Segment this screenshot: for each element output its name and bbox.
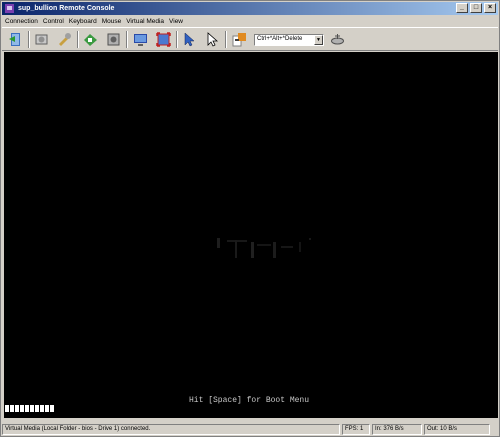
out-rate-readout: Out: 10 B/s <box>424 423 490 435</box>
record-icon <box>107 33 120 46</box>
remote-screen[interactable]: Hit [Space] for Boot Menu <box>4 52 498 418</box>
exit-icon <box>9 33 20 46</box>
fullscreen-icon <box>156 32 171 47</box>
status-bar: Virtual Media (Local Folder - bios - Dri… <box>2 422 498 436</box>
close-button[interactable]: × <box>484 3 496 13</box>
progress-block <box>40 405 44 412</box>
send-keys-button[interactable] <box>230 30 249 49</box>
maximize-button[interactable]: □ <box>470 3 482 13</box>
progress-block <box>15 405 19 412</box>
toolbar: Ctrl+*Alt+*Delete ▼ <box>2 27 498 51</box>
progress-block <box>20 405 24 412</box>
remote-console-window: sup_bullion Remote Console _ □ × Connect… <box>0 0 500 437</box>
menu-bar: Connection Control Keyboard Mouse Virtua… <box>2 15 498 27</box>
connect-icon <box>84 34 97 46</box>
menu-virtual-media[interactable]: Virtual Media <box>126 18 164 25</box>
pointer-icon <box>207 32 219 47</box>
cursor-button[interactable] <box>180 30 199 49</box>
progress-block <box>25 405 29 412</box>
progress-block <box>45 405 49 412</box>
boot-menu-message: Hit [Space] for Boot Menu <box>189 396 310 405</box>
macro-button[interactable] <box>328 30 347 49</box>
status-message: Virtual Media (Local Folder - bios - Dri… <box>2 423 340 435</box>
settings-button[interactable] <box>32 30 51 49</box>
refresh-screen-icon <box>134 34 147 46</box>
progress-block <box>50 405 54 412</box>
menu-control[interactable]: Control <box>43 18 64 25</box>
refresh-screen-button[interactable] <box>131 30 150 49</box>
title-bar[interactable]: sup_bullion Remote Console _ □ × <box>2 2 498 15</box>
fullscreen-button[interactable] <box>154 30 173 49</box>
chevron-down-icon[interactable]: ▼ <box>314 35 323 45</box>
macro-icon <box>331 34 344 45</box>
progress-block <box>5 405 9 412</box>
menu-keyboard[interactable]: Keyboard <box>69 18 97 25</box>
record-button[interactable] <box>104 30 123 49</box>
cursor-icon <box>184 32 195 47</box>
exit-button[interactable] <box>6 30 25 49</box>
key-combo-value: Ctrl+*Alt+*Delete <box>257 36 303 42</box>
tools-icon <box>59 33 71 46</box>
window-title: sup_bullion Remote Console <box>18 5 115 12</box>
boot-progress <box>5 405 55 412</box>
progress-block <box>10 405 14 412</box>
progress-block <box>35 405 39 412</box>
connect-button[interactable] <box>81 30 100 49</box>
menu-mouse[interactable]: Mouse <box>102 18 122 25</box>
in-rate-readout: In: 376 B/s <box>372 423 422 435</box>
menu-view[interactable]: View <box>169 18 183 25</box>
progress-block <box>30 405 34 412</box>
fps-readout: FPS: 1 <box>342 423 370 435</box>
menu-connection[interactable]: Connection <box>5 18 38 25</box>
send-keys-icon <box>232 33 246 47</box>
pointer-button[interactable] <box>203 30 222 49</box>
tools-button[interactable] <box>55 30 74 49</box>
key-combo-select[interactable]: Ctrl+*Alt+*Delete ▼ <box>254 34 324 46</box>
faint-logo-image <box>217 238 311 258</box>
minimize-button[interactable]: _ <box>456 3 468 13</box>
settings-icon <box>35 34 48 45</box>
console-app-icon <box>5 4 14 13</box>
